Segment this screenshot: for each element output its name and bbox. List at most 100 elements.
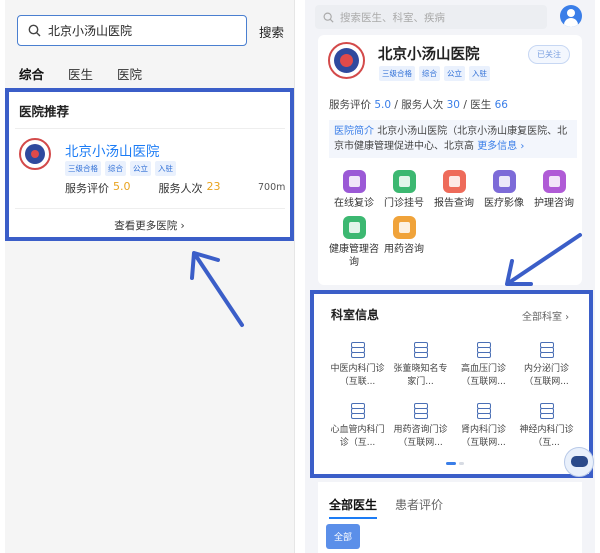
layers-icon xyxy=(349,342,367,358)
service-label: 用药咨询 xyxy=(384,244,424,255)
department-label: 肾内科门诊（互联网... xyxy=(460,425,506,448)
hospital-stats: 服务评价 5.0 服务人次 23 xyxy=(65,180,221,196)
tag: 公立 xyxy=(444,66,465,81)
chat-icon xyxy=(342,170,366,193)
service-online-revisit[interactable]: 在线复诊 xyxy=(329,170,379,210)
layers-icon xyxy=(349,403,367,419)
tab-patient-reviews[interactable]: 患者评价 xyxy=(395,496,443,519)
doctor-section: 全部医生 患者评价 全部 xyxy=(318,482,582,553)
report-icon xyxy=(442,170,466,193)
filter-all-button[interactable]: 全部 xyxy=(326,524,361,549)
service-health-management[interactable]: 健康管理咨询 xyxy=(329,216,379,269)
hospital-tags: 三级合格 综合 公立 入驻 xyxy=(65,161,176,176)
department-card: 科室信息 全部科室 › 中医内科门诊（互联... 张董晓知名专家门... 高血压… xyxy=(310,290,594,478)
visits-label: 服务人次 xyxy=(401,99,444,111)
doctors-label: 医生 xyxy=(470,99,492,111)
image-icon xyxy=(492,170,516,193)
tab-all-doctors[interactable]: 全部医生 xyxy=(329,496,378,519)
service-registration[interactable]: 门诊挂号 xyxy=(379,170,429,210)
hospital-intro[interactable]: 医院简介 北京小汤山医院（北京小汤山康复医院、北京市健康管理促进中心、北京高 更… xyxy=(329,120,577,158)
service-label: 报告查询 xyxy=(434,198,474,209)
tab-overall[interactable]: 综合 xyxy=(19,64,45,91)
tab-doctors[interactable]: 医生 xyxy=(68,64,93,91)
department-label: 中医内科门诊（互联... xyxy=(330,364,385,387)
layers-icon xyxy=(475,342,493,358)
department-title: 科室信息 xyxy=(331,308,380,322)
doctors-value: 66 xyxy=(494,99,508,111)
medicine-icon xyxy=(392,216,416,239)
department-label: 神经内科门诊（互... xyxy=(519,425,574,448)
search-input[interactable]: 北京小汤山医院 xyxy=(17,15,247,46)
tag: 入驻 xyxy=(469,66,490,81)
tag: 综合 xyxy=(419,66,440,81)
service-label: 护理咨询 xyxy=(534,198,574,209)
divider xyxy=(15,128,285,129)
search-query: 北京小汤山医院 xyxy=(48,24,133,38)
tab-hospitals[interactable]: 医院 xyxy=(117,64,142,91)
department-item[interactable]: 肾内科门诊（互联网... xyxy=(452,403,515,450)
doctor-tabs: 全部医生 患者评价 xyxy=(329,496,443,519)
result-tabs: 综合 医生 医院 xyxy=(19,64,142,91)
department-item[interactable]: 心血管内科门诊（互... xyxy=(326,403,389,450)
search-icon xyxy=(323,12,334,23)
layers-icon xyxy=(412,342,430,358)
follow-button[interactable]: 已关注 xyxy=(528,45,570,64)
service-medical-imaging[interactable]: 医疗影像 xyxy=(479,170,529,210)
intro-label: 医院简介 xyxy=(334,126,374,137)
service-label: 健康管理咨询 xyxy=(329,244,379,268)
service-label: 医疗影像 xyxy=(484,198,524,209)
department-item[interactable]: 张董晓知名专家门... xyxy=(389,342,452,389)
service-label: 在线复诊 xyxy=(334,198,374,209)
service-grid: 在线复诊 门诊挂号 报告查询 医疗影像 护理咨询 健康管理咨询 用药咨询 xyxy=(329,170,579,269)
distance: 700m xyxy=(258,182,286,193)
rating-value: 5.0 xyxy=(113,180,131,193)
hospital-logo xyxy=(328,42,365,79)
rating-label: 服务评价 xyxy=(329,99,371,111)
search-input[interactable]: 搜索医生、科室、疾病 xyxy=(315,5,547,29)
hospital-logo xyxy=(19,138,51,170)
department-label: 心血管内科门诊（互... xyxy=(330,425,385,448)
rating-value: 5.0 xyxy=(374,99,392,111)
hospital-recommend-card: 医院推荐 北京小汤山医院 三级合格 综合 公立 入驻 服务评价 5.0 服务人次… xyxy=(5,88,294,241)
hospital-name: 北京小汤山医院 xyxy=(378,47,480,63)
tag: 入驻 xyxy=(155,161,176,176)
tag: 公立 xyxy=(130,161,151,176)
service-report-query[interactable]: 报告查询 xyxy=(429,170,479,210)
department-item[interactable]: 高血压门诊（互联网... xyxy=(452,342,515,389)
card-title: 医院推荐 xyxy=(19,104,70,119)
assistant-robot-icon[interactable] xyxy=(564,447,594,477)
tag: 三级合格 xyxy=(65,161,101,176)
department-item[interactable]: 神经内科门诊（互... xyxy=(515,403,578,450)
more-hospitals-link[interactable]: 查看更多医院 › xyxy=(9,218,290,233)
search-button[interactable]: 搜索 xyxy=(259,22,284,41)
service-label: 门诊挂号 xyxy=(384,198,424,209)
search-icon xyxy=(28,24,41,37)
rating-label: 服务评价 xyxy=(65,182,109,195)
visits-value: 23 xyxy=(206,180,221,193)
service-medicine-consult[interactable]: 用药咨询 xyxy=(379,216,429,269)
tag: 三级合格 xyxy=(379,66,415,81)
layers-icon xyxy=(475,403,493,419)
department-label: 张董晓知名专家门... xyxy=(393,364,448,387)
hospital-stats: 服务评价 5.0 / 服务人次 30 / 医生 66 xyxy=(329,99,508,111)
layers-icon xyxy=(412,403,430,419)
department-item[interactable]: 用药咨询门诊（互联网... xyxy=(389,403,452,450)
department-label: 内分泌门诊（互联网... xyxy=(523,364,569,387)
department-item[interactable]: 中医内科门诊（互联... xyxy=(326,342,389,389)
more-info-link[interactable]: 更多信息 › xyxy=(477,141,524,152)
user-avatar-icon[interactable] xyxy=(560,5,582,27)
service-nursing-consult[interactable]: 护理咨询 xyxy=(529,170,579,210)
right-screen: 搜索医生、科室、疾病 北京小汤山医院 已关注 三级合格 综合 公立 入驻 服务评… xyxy=(305,0,595,553)
layers-icon xyxy=(538,403,556,419)
calendar-icon xyxy=(392,170,416,193)
visits-label: 服务人次 xyxy=(158,182,203,195)
divider xyxy=(15,208,285,209)
nursing-icon xyxy=(542,170,566,193)
tag: 综合 xyxy=(105,161,126,176)
department-label: 用药咨询门诊（互联网... xyxy=(393,425,448,448)
department-grid: 中医内科门诊（互联... 张董晓知名专家门... 高血压门诊（互联网... 内分… xyxy=(326,342,581,450)
department-item[interactable]: 内分泌门诊（互联网... xyxy=(515,342,578,389)
all-departments-link[interactable]: 全部科室 › xyxy=(522,308,569,323)
page-indicator xyxy=(446,462,464,465)
hospital-name-link[interactable]: 北京小汤山医院 xyxy=(65,140,160,160)
